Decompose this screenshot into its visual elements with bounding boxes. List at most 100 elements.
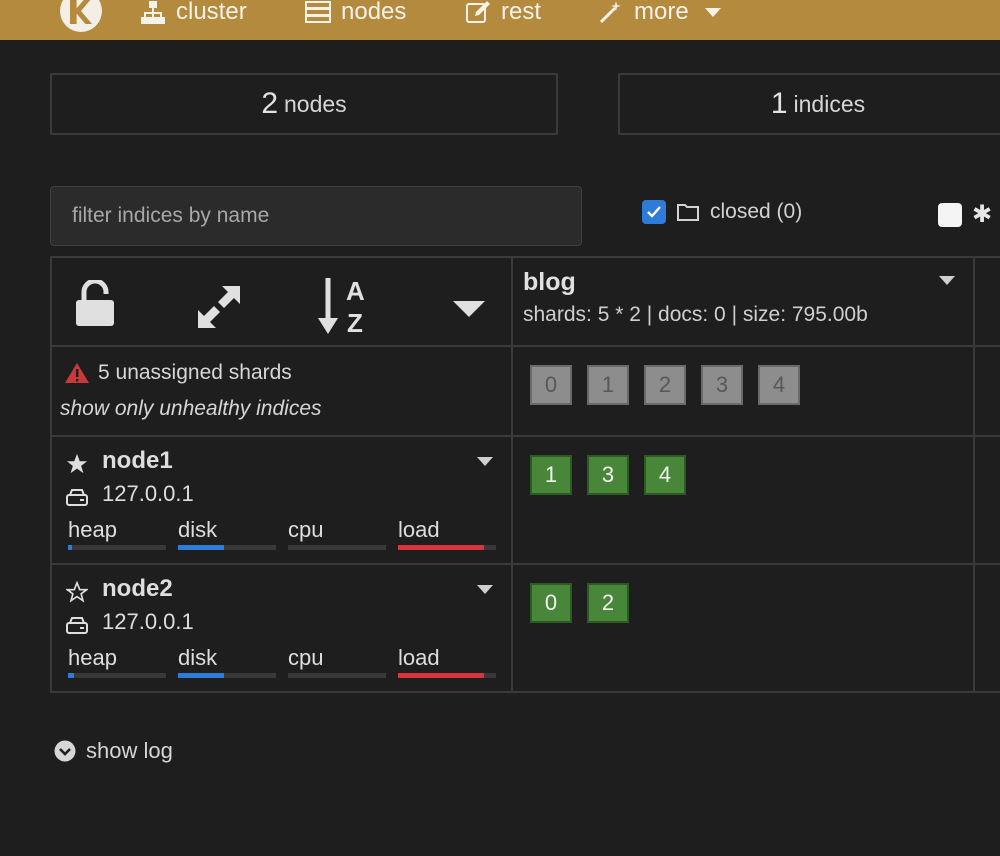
load-metric: load — [398, 645, 496, 678]
metric-bar — [288, 545, 386, 550]
disk-metric: disk — [178, 645, 276, 678]
checkmark-icon — [647, 206, 661, 218]
star-filled-icon — [66, 453, 88, 474]
index-header-blog[interactable]: blog shards: 5 * 2 | docs: 0 | size: 795… — [513, 256, 975, 347]
grid-spacer — [975, 565, 1000, 693]
svg-text:A: A — [346, 276, 365, 306]
nav-cluster[interactable]: cluster — [140, 0, 247, 28]
metric-fill — [178, 673, 225, 678]
nav-nodes[interactable]: nodes — [305, 0, 406, 28]
started-shard[interactable]: 0 — [530, 583, 572, 623]
started-shard[interactable]: 1 — [530, 455, 572, 495]
special-checkbox[interactable] — [938, 202, 962, 227]
node-name[interactable]: node2 — [102, 575, 173, 603]
chevron-circle-down-icon — [54, 740, 76, 762]
closed-checkbox[interactable] — [642, 200, 666, 224]
heap-metric: heap — [68, 645, 166, 678]
metric-bar — [178, 673, 276, 678]
warning-icon — [65, 363, 89, 383]
node-ip: 127.0.0.1 — [102, 609, 194, 634]
star-outline-icon — [66, 581, 88, 603]
started-shard[interactable]: 4 — [644, 455, 686, 495]
closed-indices-toggle[interactable]: closed (0) — [642, 200, 802, 224]
indices-count: 1 — [770, 87, 788, 120]
edit-icon — [466, 1, 490, 23]
metric-fill — [178, 545, 225, 550]
server-icon — [305, 1, 331, 23]
metric-bar — [178, 545, 276, 550]
started-shard[interactable]: 2 — [587, 583, 629, 623]
metric-bar — [398, 673, 496, 678]
metric-fill — [68, 673, 74, 678]
nodes-count: 2 — [261, 87, 278, 120]
node-name[interactable]: node1 — [102, 447, 173, 475]
node-ip: 127.0.0.1 — [102, 481, 194, 506]
metric-label: cpu — [288, 645, 324, 670]
node-menu-caret-icon[interactable] — [477, 585, 493, 594]
nav-rest-label: rest — [501, 0, 542, 25]
show-log-toggle[interactable]: show log — [54, 738, 173, 764]
disk-metric: disk — [178, 517, 276, 550]
indices-label: indices — [793, 90, 866, 117]
grid-spacer — [975, 437, 1000, 565]
metric-bar — [68, 545, 166, 550]
unassigned-shard[interactable]: 3 — [701, 365, 743, 405]
cpu-metric: cpu — [288, 645, 386, 678]
metric-fill — [68, 545, 72, 550]
metric-label: load — [398, 645, 440, 670]
unassigned-shard[interactable]: 1 — [587, 365, 629, 405]
top-navbar: cluster nodes rest more — [0, 0, 1000, 40]
hdd-icon — [66, 489, 88, 506]
magic-wand-icon — [599, 1, 621, 24]
unlock-icon[interactable] — [76, 280, 114, 326]
nav-rest[interactable]: rest — [465, 0, 541, 28]
filter-indices-input[interactable] — [50, 186, 582, 246]
cpu-metric: cpu — [288, 517, 386, 550]
index-menu-caret-icon[interactable] — [939, 276, 955, 285]
unassigned-row-label: 5 unassigned shards show only unhealthy … — [50, 347, 513, 437]
node2-shards-cell: 0 2 — [513, 565, 975, 693]
node-row-node2: node2 127.0.0.1 heap disk cpu load — [50, 565, 513, 693]
metric-label: heap — [68, 645, 117, 670]
unassigned-shard[interactable]: 0 — [530, 365, 572, 405]
node1-shards-cell: 1 3 4 — [513, 437, 975, 565]
nav-more-label: more — [634, 0, 689, 25]
node-row-node1: node1 127.0.0.1 heap disk cpu load — [50, 437, 513, 565]
index-stats: shards: 5 * 2 | docs: 0 | size: 795.00b — [523, 303, 868, 326]
cluster-grid: A Z blog shards: 5 * 2 | docs: 0 | size:… — [50, 256, 1000, 693]
unassigned-shard[interactable]: 4 — [758, 365, 800, 405]
kopf-logo-icon[interactable] — [60, 0, 102, 32]
unassigned-shards-cell: 0 1 2 3 4 — [513, 347, 975, 437]
asterisk-icon: ✱ — [972, 201, 993, 228]
metric-label: disk — [178, 517, 218, 542]
grid-spacer — [975, 347, 1000, 437]
nodes-summary: 2 nodes — [50, 73, 558, 135]
metric-label: heap — [68, 517, 117, 542]
heap-metric: heap — [68, 517, 166, 550]
unassigned-warning: 5 unassigned shards — [64, 361, 292, 385]
grid-toolbar: A Z — [50, 256, 513, 347]
index-name[interactable]: blog — [523, 268, 576, 297]
sort-alpha-icon[interactable]: A Z — [316, 276, 374, 336]
special-indices-toggle[interactable]: ✱ — [938, 200, 992, 229]
metric-fill — [398, 545, 485, 550]
started-shard[interactable]: 3 — [587, 455, 629, 495]
unassigned-text: 5 unassigned shards — [98, 361, 292, 384]
chevron-down-icon — [704, 7, 721, 17]
expand-icon[interactable] — [194, 282, 244, 332]
metric-bar — [288, 673, 386, 678]
hdd-icon — [66, 617, 88, 634]
svg-text:Z: Z — [347, 308, 363, 336]
nodes-label: nodes — [284, 90, 347, 117]
node-menu-caret-icon[interactable] — [477, 457, 493, 466]
grid-spacer — [975, 256, 1000, 347]
options-caret-icon[interactable] — [453, 301, 485, 317]
show-unhealthy-link[interactable]: show only unhealthy indices — [60, 397, 322, 421]
metric-label: cpu — [288, 517, 324, 542]
closed-label: closed (0) — [710, 200, 803, 223]
metric-bar — [398, 545, 496, 550]
nav-more[interactable]: more — [598, 0, 721, 28]
metric-label: disk — [178, 645, 218, 670]
folder-icon — [677, 204, 699, 221]
unassigned-shard[interactable]: 2 — [644, 365, 686, 405]
